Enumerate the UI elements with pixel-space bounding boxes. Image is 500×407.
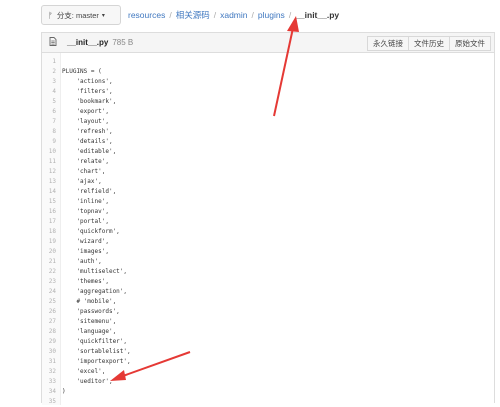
- annotation-arrow: [110, 351, 191, 381]
- annotation-arrows: [110, 16, 299, 381]
- annotation-arrow: [273, 16, 299, 117]
